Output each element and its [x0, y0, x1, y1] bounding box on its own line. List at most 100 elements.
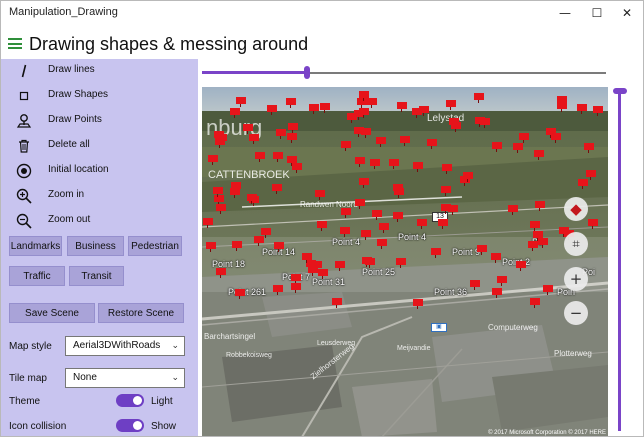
point-marker-icon[interactable] [470, 280, 480, 290]
point-marker-icon[interactable] [584, 143, 594, 153]
point-marker-icon[interactable] [255, 152, 265, 162]
point-marker-icon[interactable] [557, 102, 567, 112]
point-marker-icon[interactable] [287, 133, 297, 143]
point-marker-icon[interactable] [412, 108, 422, 118]
point-marker-icon[interactable] [538, 238, 548, 248]
point-marker-icon[interactable] [367, 98, 377, 108]
point-marker-icon[interactable] [376, 137, 386, 147]
point-marker-icon[interactable] [528, 241, 538, 251]
point-marker-icon[interactable] [559, 227, 569, 237]
point-marker-icon[interactable] [308, 266, 318, 276]
tilt-button[interactable]: ⌗ [564, 232, 588, 256]
point-marker-icon[interactable] [586, 170, 596, 180]
point-marker-icon[interactable] [519, 133, 529, 143]
point-marker-icon[interactable] [203, 218, 213, 228]
point-marker-icon[interactable] [291, 283, 301, 293]
restore-scene-button[interactable]: Restore Scene [98, 303, 184, 323]
point-marker-icon[interactable] [365, 258, 375, 268]
point-marker-icon[interactable] [438, 219, 448, 229]
point-marker-icon[interactable] [413, 299, 423, 309]
theme-toggle[interactable] [116, 394, 144, 407]
point-marker-icon[interactable] [477, 245, 487, 255]
point-marker-icon[interactable] [287, 156, 297, 166]
close-button[interactable]: ✕ [611, 1, 643, 25]
hamburger-icon[interactable] [8, 38, 22, 49]
draw-lines-button[interactable]: Draw lines [1, 59, 198, 83]
point-marker-icon[interactable] [235, 289, 245, 299]
point-marker-icon[interactable] [370, 159, 380, 169]
point-marker-icon[interactable] [396, 258, 406, 268]
point-marker-icon[interactable] [413, 162, 423, 172]
point-marker-icon[interactable] [497, 276, 507, 286]
point-marker-icon[interactable] [332, 298, 342, 308]
draw-shapes-button[interactable]: Draw Shapes [1, 84, 198, 108]
point-marker-icon[interactable] [243, 124, 253, 134]
point-marker-icon[interactable] [317, 221, 327, 231]
point-marker-icon[interactable] [254, 236, 264, 246]
point-marker-icon[interactable] [379, 223, 389, 233]
point-marker-icon[interactable] [216, 204, 226, 214]
point-marker-icon[interactable] [273, 152, 283, 162]
point-marker-icon[interactable] [249, 134, 259, 144]
point-marker-icon[interactable] [397, 102, 407, 112]
pedestrian-button[interactable]: Pedestrian [128, 236, 182, 256]
point-marker-icon[interactable] [315, 190, 325, 200]
point-marker-icon[interactable] [492, 288, 502, 298]
zoom-in-button[interactable]: Zoom in [1, 184, 198, 208]
point-marker-icon[interactable] [516, 261, 526, 271]
point-marker-icon[interactable] [230, 108, 240, 118]
point-marker-icon[interactable] [355, 157, 365, 167]
point-marker-icon[interactable] [535, 201, 545, 211]
point-marker-icon[interactable] [441, 186, 451, 196]
initial-location-button[interactable]: Initial location [1, 159, 198, 183]
point-marker-icon[interactable] [341, 141, 351, 151]
point-marker-icon[interactable] [492, 142, 502, 152]
point-marker-icon[interactable] [546, 128, 556, 138]
minimize-button[interactable]: — [549, 1, 581, 25]
point-marker-icon[interactable] [361, 230, 371, 240]
point-marker-icon[interactable] [427, 139, 437, 149]
point-marker-icon[interactable] [513, 143, 523, 153]
point-marker-icon[interactable] [533, 231, 543, 241]
point-marker-icon[interactable] [292, 163, 302, 173]
point-marker-icon[interactable] [216, 268, 226, 278]
point-marker-icon[interactable] [372, 210, 382, 220]
delete-all-button[interactable]: Delete all [1, 134, 198, 158]
compass-button[interactable]: ◆ [564, 197, 588, 221]
business-button[interactable]: Business [67, 236, 124, 256]
point-marker-icon[interactable] [215, 138, 225, 148]
map-style-dropdown[interactable]: Aerial3DWithRoads ⌄ [65, 336, 185, 356]
point-marker-icon[interactable] [588, 219, 598, 229]
point-marker-icon[interactable] [359, 178, 369, 188]
point-marker-icon[interactable] [530, 298, 540, 308]
point-marker-icon[interactable] [276, 129, 286, 139]
point-marker-icon[interactable] [272, 184, 282, 194]
point-marker-icon[interactable] [274, 242, 284, 252]
point-marker-icon[interactable] [236, 97, 246, 107]
point-marker-icon[interactable] [463, 172, 473, 182]
vertical-slider-thumb[interactable] [613, 88, 627, 94]
point-marker-icon[interactable] [213, 187, 223, 197]
point-marker-icon[interactable] [393, 212, 403, 222]
point-marker-icon[interactable] [508, 205, 518, 215]
traffic-button[interactable]: Traffic [9, 266, 65, 286]
point-marker-icon[interactable] [357, 98, 367, 108]
point-marker-icon[interactable] [491, 253, 501, 263]
save-scene-button[interactable]: Save Scene [9, 303, 95, 323]
transit-button[interactable]: Transit [69, 266, 124, 286]
point-marker-icon[interactable] [389, 159, 399, 169]
tile-map-dropdown[interactable]: None ⌄ [65, 368, 185, 388]
point-marker-icon[interactable] [431, 248, 441, 258]
point-marker-icon[interactable] [232, 241, 242, 251]
point-marker-icon[interactable] [261, 228, 271, 238]
point-marker-icon[interactable] [302, 253, 312, 263]
horizontal-slider-thumb[interactable] [304, 66, 310, 79]
landmarks-button[interactable]: Landmarks [9, 236, 62, 256]
point-marker-icon[interactable] [288, 123, 298, 133]
point-marker-icon[interactable] [208, 155, 218, 165]
point-marker-icon[interactable] [577, 104, 587, 114]
point-marker-icon[interactable] [400, 136, 410, 146]
point-marker-icon[interactable] [247, 194, 257, 204]
point-marker-icon[interactable] [534, 150, 544, 160]
draw-points-button[interactable]: Draw Points [1, 109, 198, 133]
